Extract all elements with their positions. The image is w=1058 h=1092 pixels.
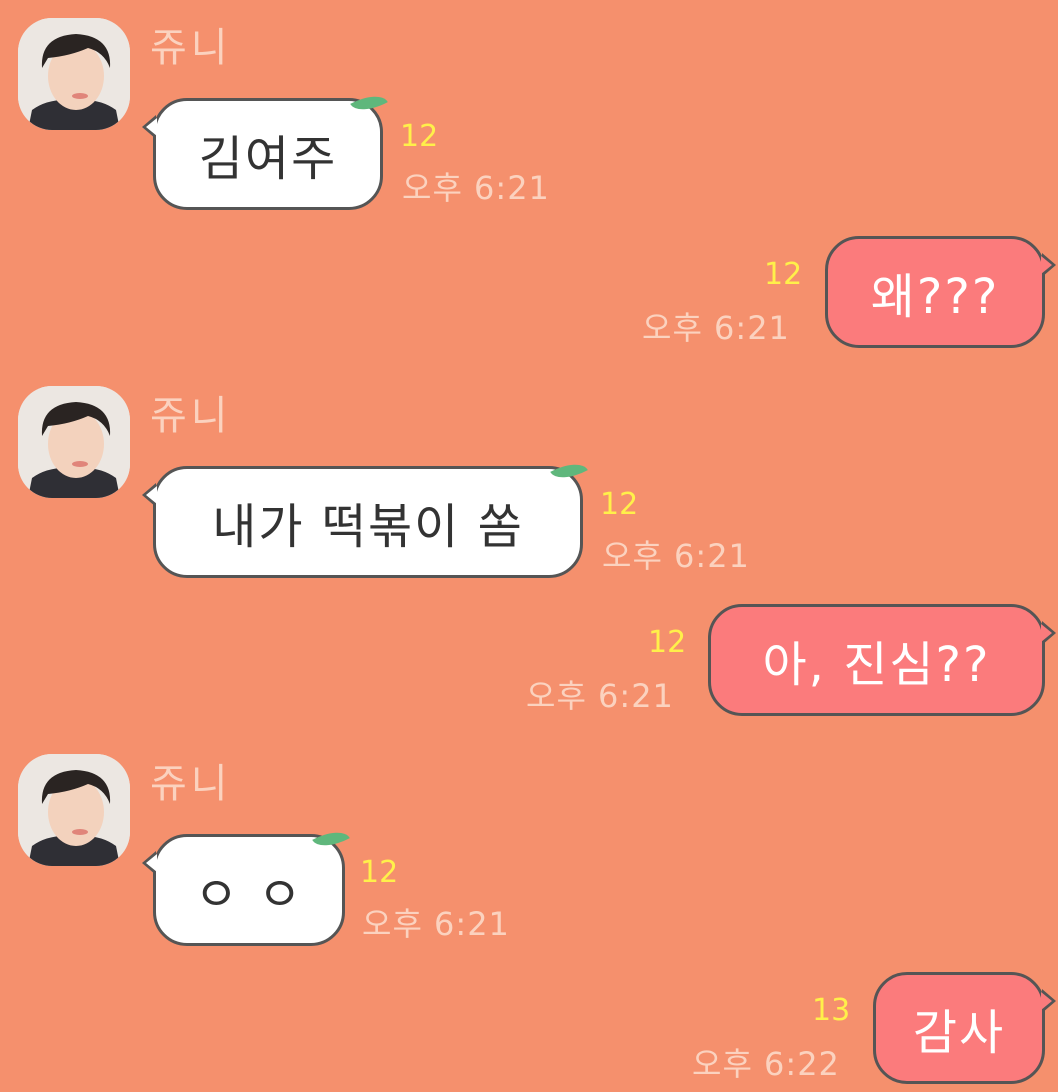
- message-text: 아, 진심??: [762, 637, 991, 693]
- message-time: 오후 6:22: [692, 1045, 840, 1083]
- message-time: 오후 6:21: [602, 537, 750, 575]
- message-time: 오후 6:21: [362, 905, 510, 943]
- sender-avatar[interactable]: [18, 754, 130, 866]
- sender-name: 쥬니: [150, 393, 232, 439]
- message-text: 왜???: [870, 269, 1000, 325]
- message-time: 오후 6:21: [402, 169, 550, 207]
- message-bubble[interactable]: 아, 진심??: [708, 604, 1056, 716]
- unread-count: 12: [400, 119, 439, 154]
- leaf-icon: [312, 823, 350, 855]
- bubble-tail: [1041, 621, 1056, 645]
- message-time: 오후 6:21: [642, 309, 790, 347]
- message-bubble[interactable]: 왜???: [825, 236, 1056, 348]
- unread-count: 12: [648, 625, 687, 660]
- bubble-tail: [1041, 989, 1056, 1013]
- message-text: 김여주: [198, 131, 338, 187]
- message-bubble[interactable]: 감사: [873, 972, 1056, 1084]
- bubble-tail: [142, 851, 157, 875]
- leaf-icon: [550, 455, 588, 487]
- leaf-icon: [350, 87, 388, 119]
- bubble-tail: [142, 115, 157, 139]
- message-text: 감사: [912, 1005, 1006, 1061]
- sender-avatar[interactable]: [18, 386, 130, 498]
- unread-count: 12: [764, 257, 803, 292]
- sender-name: 쥬니: [150, 761, 232, 807]
- message-time: 오후 6:21: [526, 677, 674, 715]
- unread-count: 12: [360, 855, 399, 890]
- message-bubble[interactable]: ㅇ ㅇ: [142, 823, 350, 946]
- bubble-tail: [1041, 253, 1056, 277]
- sender-avatar[interactable]: [18, 18, 130, 130]
- message-bubble[interactable]: 내가 떡볶이 쏨: [142, 455, 588, 578]
- message-text: ㅇ ㅇ: [194, 867, 304, 923]
- unread-count: 12: [600, 487, 639, 522]
- unread-count: 13: [812, 993, 851, 1028]
- sender-name: 쥬니: [150, 25, 232, 71]
- message-text: 내가 떡볶이 쏨: [212, 499, 524, 555]
- message-bubble[interactable]: 김여주: [142, 87, 388, 210]
- bubble-tail: [142, 483, 157, 507]
